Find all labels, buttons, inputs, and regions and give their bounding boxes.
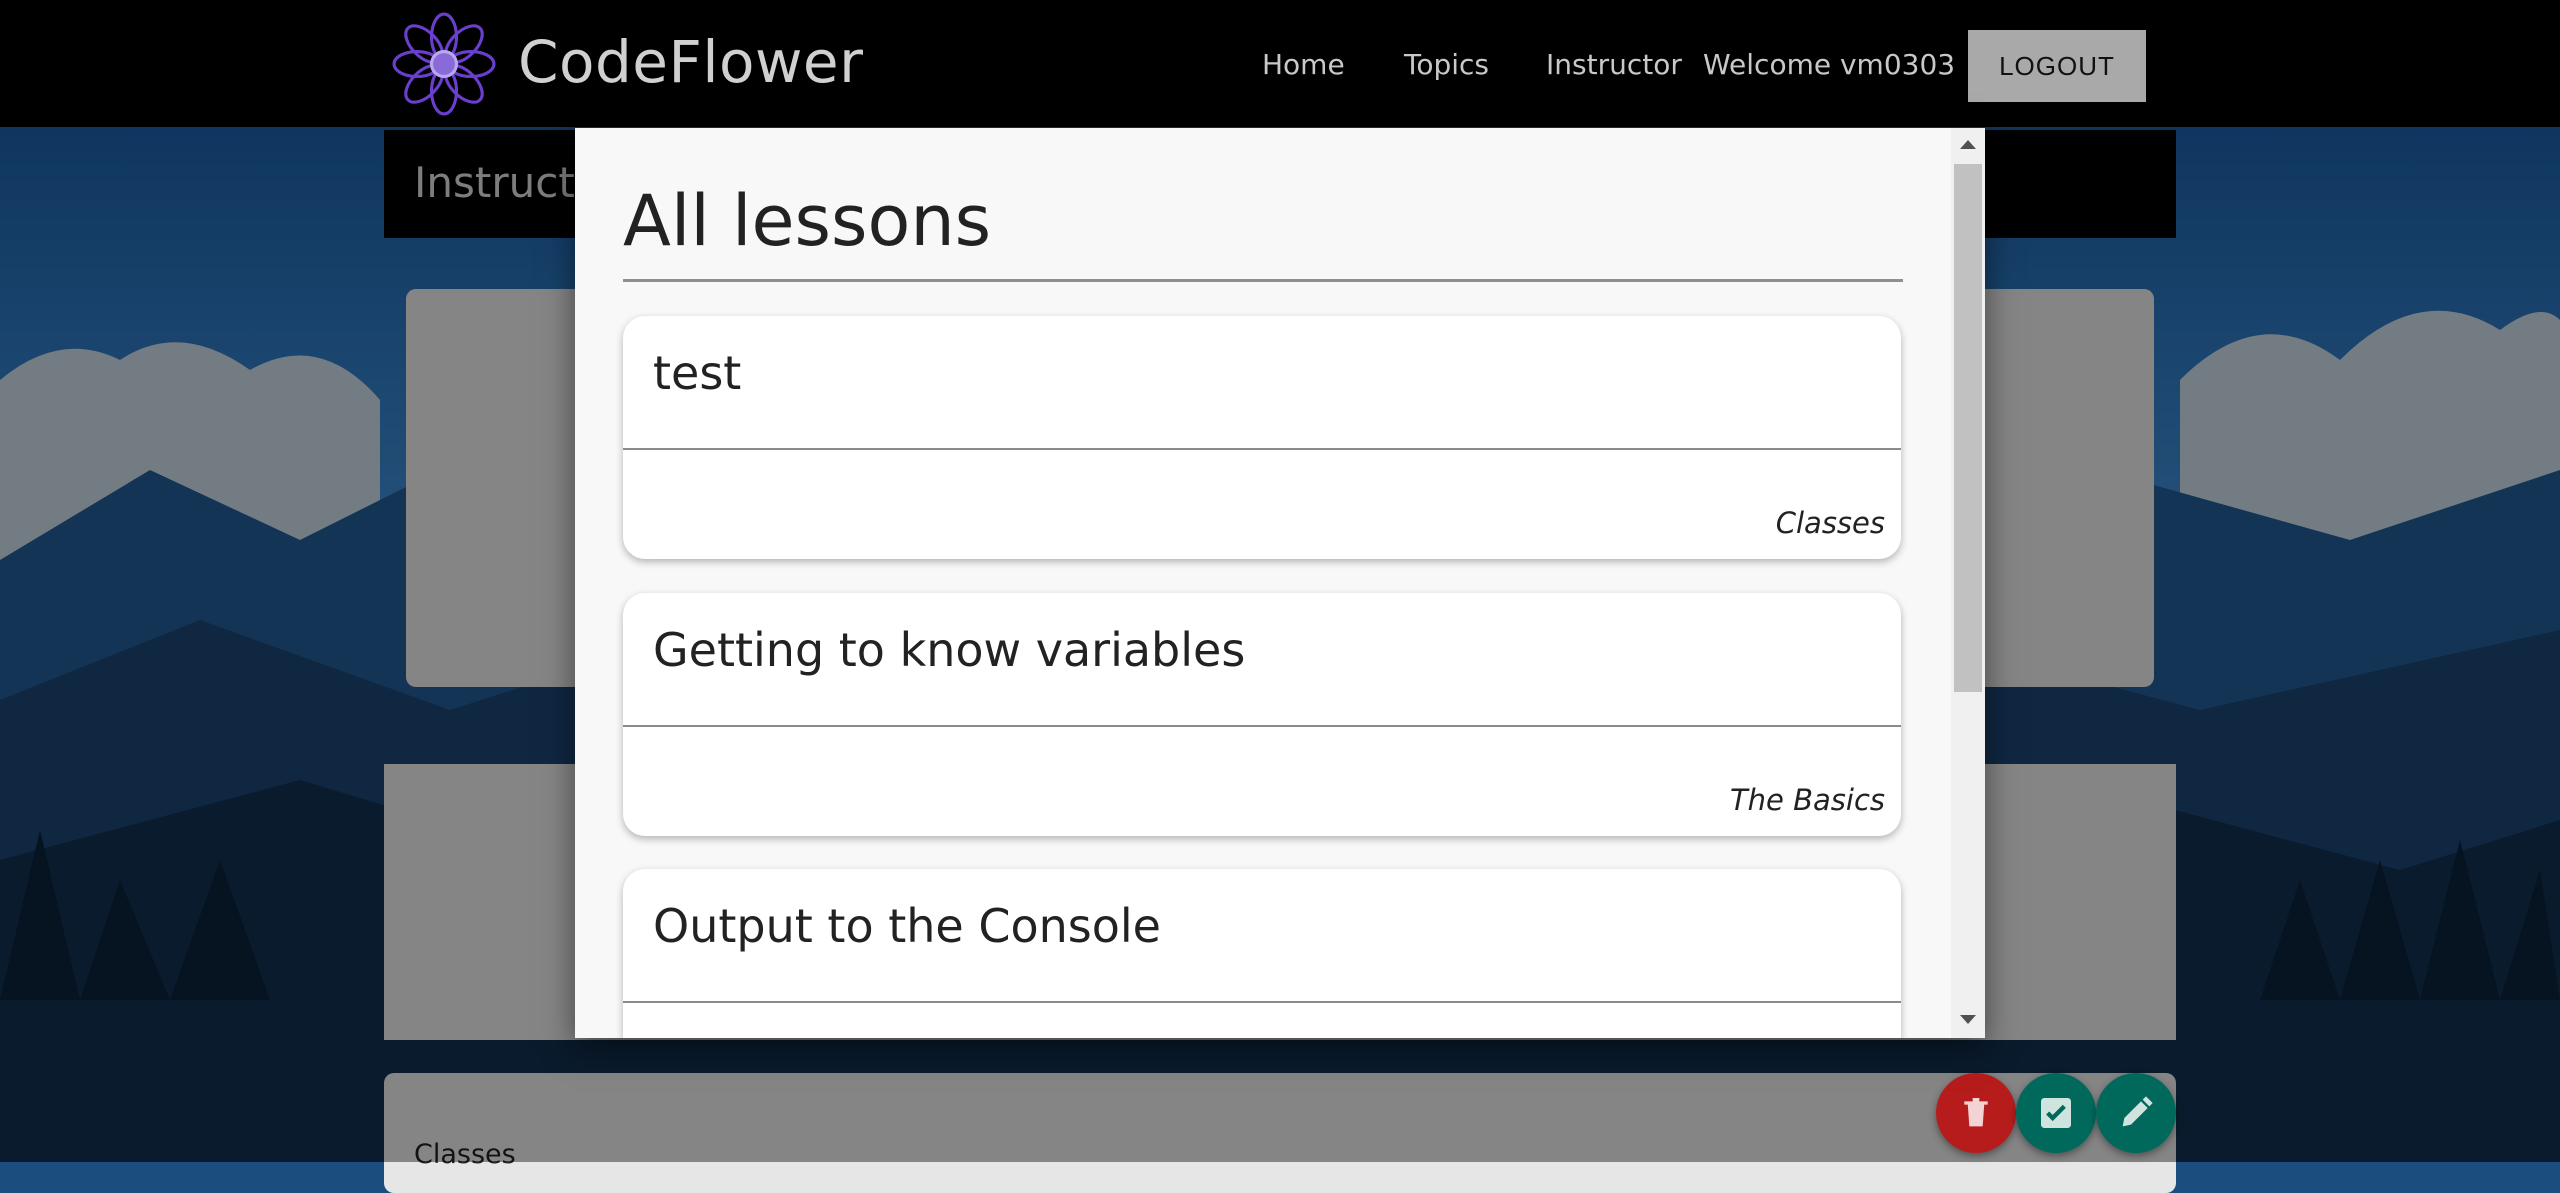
modal-divider — [623, 279, 1903, 282]
lesson-topic: The Basics — [1729, 783, 1885, 817]
lesson-card[interactable]: Output to the Console — [623, 869, 1901, 1038]
lesson-title: Getting to know variables — [653, 623, 1246, 677]
lesson-title: test — [653, 346, 742, 400]
lesson-card[interactable]: Getting to know variables The Basics — [623, 593, 1901, 836]
scroll-up-arrow-icon[interactable] — [1960, 140, 1976, 149]
nav-link-topics[interactable]: Topics — [1404, 48, 1489, 81]
trash-icon — [1964, 1098, 1988, 1127]
lesson-card[interactable]: test Classes — [623, 316, 1901, 559]
all-lessons-modal: All lessons test Classes Getting to know… — [575, 128, 1985, 1038]
nav-link-home[interactable]: Home — [1262, 48, 1345, 81]
scrollbar-thumb[interactable] — [1954, 164, 1982, 692]
modal-scrollbar[interactable] — [1951, 128, 1985, 1038]
logout-button[interactable]: LOGOUT — [1968, 30, 2146, 102]
nav-link-instructor[interactable]: Instructor — [1546, 48, 1682, 81]
brand-name[interactable]: CodeFlower — [518, 28, 863, 96]
pencil-icon — [2122, 1096, 2153, 1127]
edit-button[interactable] — [2096, 1073, 2176, 1153]
modal-title: All lessons — [623, 180, 992, 262]
approve-button[interactable] — [2016, 1073, 2096, 1153]
lesson-divider — [623, 1001, 1901, 1003]
delete-button[interactable] — [1936, 1073, 2016, 1153]
lesson-divider — [623, 725, 1901, 727]
navbar: CodeFlower Home Topics Instructor Welcom… — [0, 0, 2560, 127]
scroll-down-arrow-icon[interactable] — [1960, 1015, 1976, 1024]
flower-logo-icon[interactable] — [392, 12, 496, 116]
lesson-divider — [623, 448, 1901, 450]
checkbox-icon — [2041, 1098, 2071, 1128]
welcome-text: Welcome vm0303 — [1703, 48, 1956, 81]
lesson-topic: Classes — [1775, 506, 1885, 540]
lesson-title: Output to the Console — [653, 899, 1161, 953]
